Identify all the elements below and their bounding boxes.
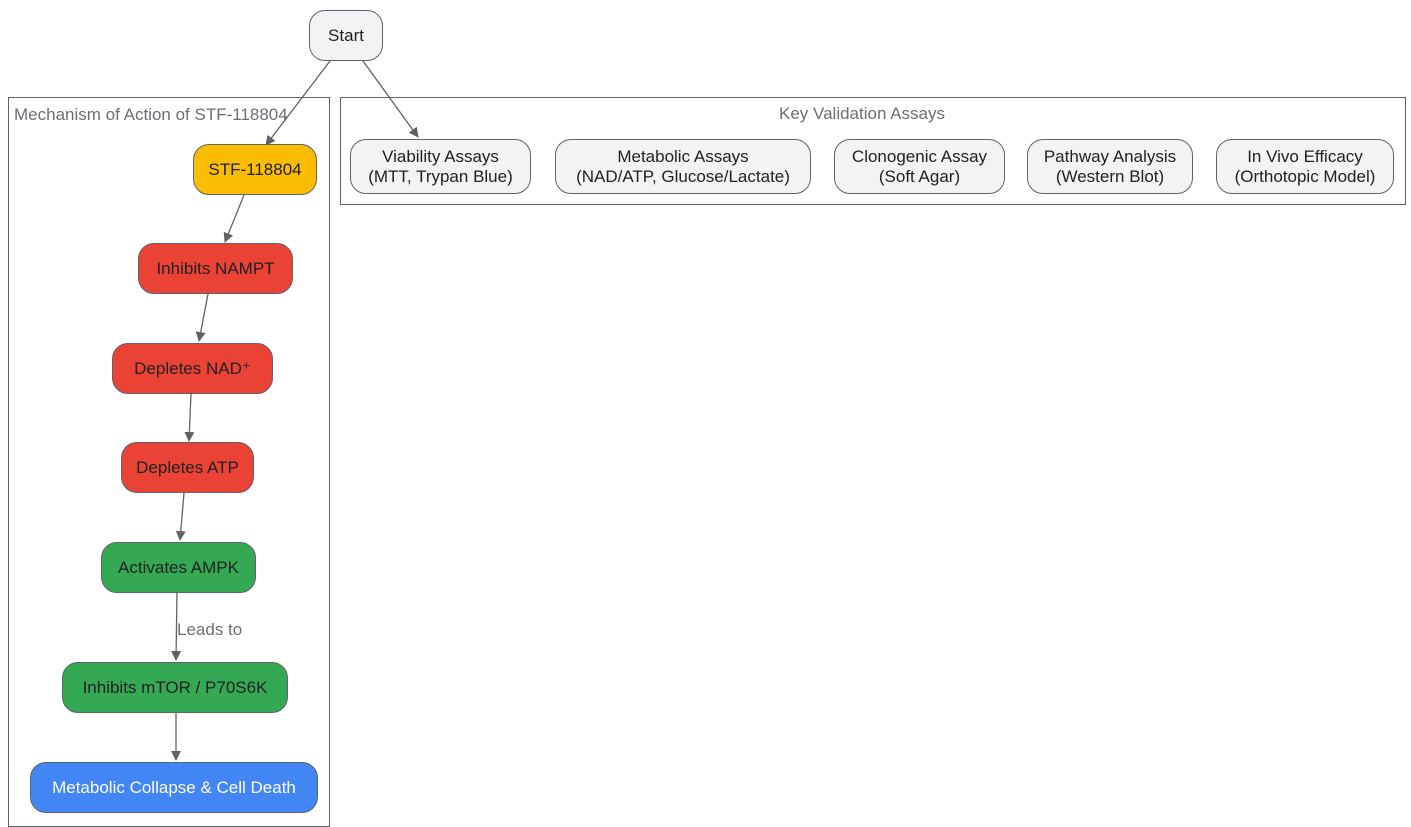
assay-clonogenic-line1: Clonogenic Assay: [851, 146, 988, 166]
node-inhibits-mtor-label: Inhibits mTOR / P70S6K: [82, 677, 268, 697]
node-metabolic-collapse[interactable]: Metabolic Collapse & Cell Death: [30, 762, 318, 813]
edge-stf-to-nampt: [223, 194, 245, 243]
node-activates-ampk-label: Activates AMPK: [118, 557, 239, 577]
node-inhibits-nampt-label: Inhibits NAMPT: [156, 258, 275, 278]
assay-clonogenic[interactable]: Clonogenic Assay (Soft Agar): [834, 139, 1005, 194]
assay-pathway-line1: Pathway Analysis: [1043, 146, 1177, 166]
edge-atp-to-ampk: [175, 492, 186, 541]
assay-in-vivo-line2: (Orthotopic Model): [1234, 166, 1376, 186]
assay-metabolic-line1: Metabolic Assays: [617, 146, 749, 166]
assay-viability[interactable]: Viability Assays (MTT, Trypan Blue): [350, 139, 531, 194]
assay-viability-line1: Viability Assays: [382, 146, 499, 166]
assay-in-vivo-line1: In Vivo Efficacy: [1247, 146, 1363, 166]
node-depletes-atp[interactable]: Depletes ATP: [121, 442, 254, 493]
start-node[interactable]: Start: [309, 10, 383, 61]
edge-start-to-assays: [362, 60, 419, 138]
node-depletes-nad-label: Depletes NAD⁺: [134, 358, 251, 378]
node-metabolic-collapse-label: Metabolic Collapse & Cell Death: [52, 777, 296, 797]
assay-pathway-line2: (Western Blot): [1055, 166, 1165, 186]
assay-pathway[interactable]: Pathway Analysis (Western Blot): [1027, 139, 1193, 194]
assay-metabolic-line2: (NAD/ATP, Glucose/Lactate): [576, 166, 790, 186]
edge-nad-to-atp: [184, 393, 195, 442]
node-inhibits-nampt[interactable]: Inhibits NAMPT: [138, 243, 293, 294]
node-activates-ampk[interactable]: Activates AMPK: [101, 542, 256, 593]
node-stf-118804[interactable]: STF-118804: [193, 144, 317, 195]
node-depletes-nad[interactable]: Depletes NAD⁺: [112, 343, 273, 394]
start-node-label: Start: [328, 25, 364, 45]
node-stf-118804-label: STF-118804: [208, 159, 302, 179]
node-inhibits-mtor[interactable]: Inhibits mTOR / P70S6K: [62, 662, 288, 713]
assay-clonogenic-line2: (Soft Agar): [878, 166, 961, 186]
assay-in-vivo[interactable]: In Vivo Efficacy (Orthotopic Model): [1216, 139, 1394, 194]
edge-nampt-to-nad: [195, 293, 209, 342]
assay-metabolic[interactable]: Metabolic Assays (NAD/ATP, Glucose/Lacta…: [555, 139, 811, 194]
edge-start-to-stf: [265, 60, 331, 146]
edge-label-leads-to: Leads to: [177, 620, 243, 639]
node-depletes-atp-label: Depletes ATP: [136, 457, 239, 477]
assay-viability-line2: (MTT, Trypan Blue): [368, 166, 513, 186]
